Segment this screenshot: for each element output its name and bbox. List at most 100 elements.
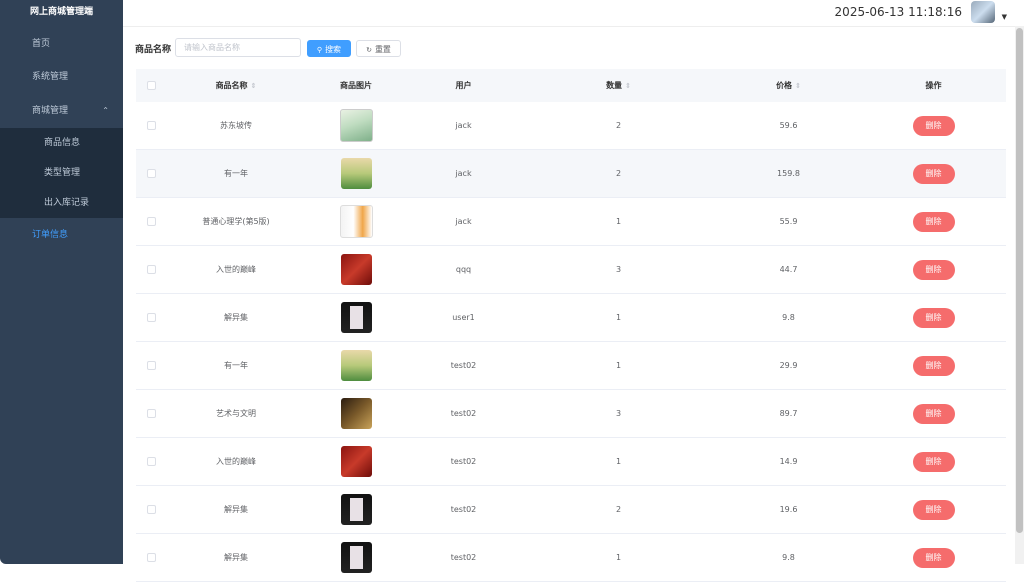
search-input[interactable]: [175, 38, 301, 57]
order-price: 44.7: [779, 265, 798, 274]
row-checkbox[interactable]: [146, 409, 156, 418]
delete-button[interactable]: 删除: [912, 307, 955, 328]
column-header-user: 用户: [455, 81, 472, 90]
sidebar-item-label: 系统管理: [32, 72, 69, 82]
table-row: 解异集 test02 1 9.8 删除: [136, 534, 1006, 582]
order-user: jack: [455, 217, 472, 226]
product-image[interactable]: [340, 494, 372, 525]
order-quantity: 1: [615, 217, 622, 226]
sidebar-item-orders[interactable]: 订单信息: [0, 220, 123, 250]
table-row: 苏东坡传 jack 2 59.6 删除: [136, 102, 1006, 150]
scrollbar-thumb[interactable]: [1016, 28, 1023, 533]
order-user: test02: [450, 409, 477, 418]
sidebar-item-product-info[interactable]: 商品信息: [0, 128, 123, 158]
product-image[interactable]: [340, 302, 372, 333]
reset-button[interactable]: ↻ 重置: [356, 40, 401, 57]
row-checkbox[interactable]: [146, 553, 156, 562]
delete-button[interactable]: 删除: [912, 163, 955, 184]
search-button[interactable]: ⚲ 搜索: [307, 40, 351, 57]
row-checkbox[interactable]: [146, 361, 156, 370]
product-image[interactable]: [340, 398, 372, 429]
product-name: 有一年: [224, 169, 248, 178]
caret-down-icon[interactable]: ▼: [1002, 13, 1007, 21]
order-user: test02: [450, 553, 477, 562]
row-checkbox[interactable]: [146, 265, 156, 274]
column-header-price[interactable]: 价格 ⇕: [716, 69, 861, 102]
order-price: 59.6: [779, 121, 798, 130]
sidebar: 网上商城管理端 首页 系统管理 商城管理 ⌃ 商品信息 类型管理 出入库记录 订…: [0, 0, 123, 564]
product-name: 入世的巅峰: [216, 265, 256, 274]
delete-button[interactable]: 删除: [912, 547, 955, 568]
sidebar-item-type-management[interactable]: 类型管理: [0, 158, 123, 188]
product-name: 艺术与文明: [216, 409, 256, 418]
row-checkbox[interactable]: [146, 457, 156, 466]
sort-icon[interactable]: ⇕: [625, 82, 631, 90]
sort-icon[interactable]: ⇕: [251, 82, 257, 90]
product-image[interactable]: [339, 109, 373, 142]
row-checkbox[interactable]: [146, 169, 156, 178]
table-row: 艺术与文明 test02 3 89.7 删除: [136, 390, 1006, 438]
delete-button[interactable]: 删除: [912, 499, 955, 520]
product-image[interactable]: [339, 205, 373, 238]
column-header-quantity[interactable]: 数量 ⇕: [521, 69, 716, 102]
table-body: 苏东坡传 jack 2 59.6 删除 有一年 jack 2 159.8 删除 普通心理学(第5版)…: [136, 102, 1006, 582]
order-user: test02: [450, 505, 477, 514]
row-checkbox[interactable]: [146, 217, 156, 226]
sidebar-item-label: 订单信息: [32, 230, 69, 240]
sidebar-item-label: 类型管理: [44, 168, 81, 178]
order-user: jack: [455, 169, 472, 178]
delete-button[interactable]: 删除: [912, 211, 955, 232]
sidebar-item-system[interactable]: 系统管理: [0, 62, 123, 92]
order-price: 9.8: [782, 553, 795, 562]
order-quantity: 3: [615, 265, 622, 274]
orders-table: 商品名称 ⇕ 商品图片 用户 数量 ⇕ 价格 ⇕ 操作 苏东坡传 jack 2 59.6 删除…: [136, 69, 1006, 582]
product-image[interactable]: [340, 158, 372, 189]
table-row: 有一年 jack 2 159.8 删除: [136, 150, 1006, 198]
delete-button[interactable]: 删除: [912, 259, 955, 280]
refresh-icon: ↻: [366, 46, 372, 54]
app-title: 网上商城管理端: [29, 7, 93, 17]
row-checkbox[interactable]: [146, 313, 156, 322]
row-checkbox[interactable]: [146, 505, 156, 514]
order-quantity: 3: [615, 409, 622, 418]
row-checkbox[interactable]: [146, 121, 156, 130]
order-user: test02: [450, 457, 477, 466]
product-name: 解异集: [224, 313, 248, 322]
order-user: user1: [452, 313, 475, 322]
table-header: 商品名称 ⇕ 商品图片 用户 数量 ⇕ 价格 ⇕ 操作: [136, 69, 1006, 102]
column-header-name[interactable]: 商品名称 ⇕: [166, 69, 306, 102]
product-image[interactable]: [340, 254, 372, 285]
product-name: 解异集: [224, 553, 248, 562]
delete-button[interactable]: 删除: [912, 115, 955, 136]
product-name: 入世的巅峰: [216, 457, 256, 466]
sidebar-item-mall[interactable]: 商城管理 ⌃: [0, 96, 123, 126]
product-image[interactable]: [340, 542, 372, 573]
sidebar-item-home[interactable]: 首页: [0, 29, 123, 59]
top-bar: 2025-06-13 11:18:16 ▼: [123, 0, 1024, 27]
sort-icon[interactable]: ⇕: [795, 82, 801, 90]
sidebar-item-label: 出入库记录: [44, 198, 90, 208]
order-user: jack: [455, 121, 472, 130]
product-image[interactable]: [340, 446, 372, 477]
select-all-checkbox[interactable]: [146, 81, 156, 90]
order-quantity: 1: [615, 457, 622, 466]
delete-button[interactable]: 删除: [912, 451, 955, 472]
order-price: 19.6: [779, 505, 798, 514]
table-row: 解异集 user1 1 9.8 删除: [136, 294, 1006, 342]
delete-button[interactable]: 删除: [912, 355, 955, 376]
sidebar-item-stock-records[interactable]: 出入库记录: [0, 188, 123, 218]
order-user: test02: [450, 361, 477, 370]
order-quantity: 1: [615, 361, 622, 370]
order-user: qqq: [455, 265, 472, 274]
search-label: 商品名称: [135, 45, 172, 55]
order-quantity: 2: [615, 169, 622, 178]
sidebar-item-label: 商品信息: [44, 138, 81, 148]
product-image[interactable]: [340, 350, 372, 381]
column-header-action: 操作: [925, 81, 942, 90]
scrollbar[interactable]: [1015, 26, 1024, 564]
delete-button[interactable]: 删除: [912, 403, 955, 424]
avatar[interactable]: [971, 1, 995, 23]
order-quantity: 1: [615, 553, 622, 562]
reset-button-label: 重置: [374, 45, 391, 54]
search-icon: ⚲: [316, 46, 323, 54]
